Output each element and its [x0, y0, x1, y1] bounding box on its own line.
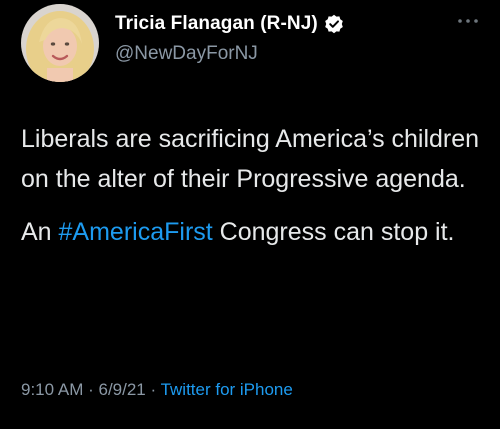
verified-badge-icon — [324, 14, 344, 34]
tweet-text-prefix: An — [21, 218, 59, 246]
more-options-icon[interactable] — [456, 14, 480, 28]
tweet-metadata: 9:10 AM · 6/9/21 · Twitter for iPhone — [21, 380, 293, 400]
author-name-row[interactable]: Tricia Flanagan (R-NJ) — [115, 13, 344, 35]
author-handle[interactable]: @NewDayForNJ — [115, 43, 258, 65]
tweet-text: Liberals are sacrificing America’s child… — [21, 119, 481, 252]
tweet-paragraph-1: Liberals are sacrificing America’s child… — [21, 125, 480, 193]
avatar-image — [21, 4, 99, 82]
tweet: Tricia Flanagan (R-NJ) @NewDayForNJ Libe… — [0, 0, 500, 429]
tweet-paragraph-2: An #AmericaFirst Congress can stop it. — [21, 212, 481, 252]
tweet-date[interactable]: 6/9/21 — [98, 380, 145, 399]
tweet-source-link[interactable]: Twitter for iPhone — [161, 380, 293, 399]
tweet-time[interactable]: 9:10 AM — [21, 380, 83, 399]
tweet-text-suffix: Congress can stop it. — [212, 218, 455, 246]
hashtag-link[interactable]: #AmericaFirst — [59, 218, 213, 246]
meta-separator: · — [83, 380, 99, 399]
display-name[interactable]: Tricia Flanagan (R-NJ) — [115, 13, 318, 35]
meta-separator: · — [145, 380, 161, 399]
avatar[interactable] — [21, 4, 99, 82]
